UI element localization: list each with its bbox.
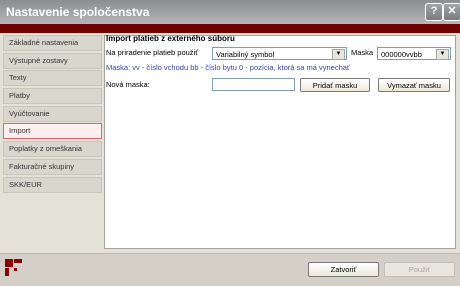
title-bar[interactable]: Nastavenie spoločenstva ? ✕ (0, 0, 460, 24)
sidebar-nav: Základné nastavenia Výstupné zostavy Tex… (3, 35, 102, 194)
assign-label: Na priradenie platieb použiť (106, 48, 199, 57)
new-mask-input[interactable] (212, 78, 295, 91)
chevron-down-icon[interactable]: ▼ (436, 49, 449, 60)
sidebar-item-poplatky[interactable]: Poplatky z omeškania (3, 141, 102, 158)
sidebar-item-vystupne-zostavy[interactable]: Výstupné zostavy (3, 52, 102, 69)
add-mask-button[interactable]: Pridať masku (300, 78, 370, 92)
assign-select-value: Variabilný symbol (216, 50, 275, 59)
settings-window: Nastavenie spoločenstva ? ✕ Základné nas… (0, 0, 460, 286)
close-window-button[interactable]: ✕ (443, 3, 460, 21)
assign-select[interactable]: Variabilný symbol ▼ (212, 47, 347, 60)
close-button[interactable]: Zatvoriť (308, 262, 379, 277)
app-logo-icon (5, 259, 22, 276)
mask-select[interactable]: 000000vvbb ▼ (377, 47, 451, 60)
sidebar-item-skk-eur[interactable]: SKK/EUR (3, 176, 102, 193)
sidebar-item-zakladne-nastavenia[interactable]: Základné nastavenia (3, 35, 102, 51)
help-button[interactable]: ? (425, 3, 443, 21)
mask-label: Maska (351, 48, 374, 57)
accent-bar (0, 24, 460, 33)
mask-hint: Maska: vv - číslo vchodu bb - číslo bytu… (106, 63, 350, 72)
sidebar-item-vyuctovanie[interactable]: Vyúčtovanie (3, 105, 102, 122)
sidebar-item-fakturacne-skupiny[interactable]: Fakturačné skupiny (3, 158, 102, 175)
sidebar-item-import[interactable]: Import (3, 123, 102, 140)
sidebar-item-platby[interactable]: Platby (3, 88, 102, 105)
window-title: Nastavenie spoločenstva (6, 5, 150, 19)
mask-select-value: 000000vvbb (381, 50, 422, 59)
sidebar-item-texty[interactable]: Texty (3, 70, 102, 87)
chevron-down-icon[interactable]: ▼ (332, 49, 345, 60)
apply-button[interactable]: Použiť (384, 262, 455, 277)
new-mask-label: Nová maska: (106, 80, 150, 89)
section-title: Import platieb z externého súboru (106, 34, 235, 43)
delete-mask-button[interactable]: Vymazať masku (378, 78, 450, 92)
